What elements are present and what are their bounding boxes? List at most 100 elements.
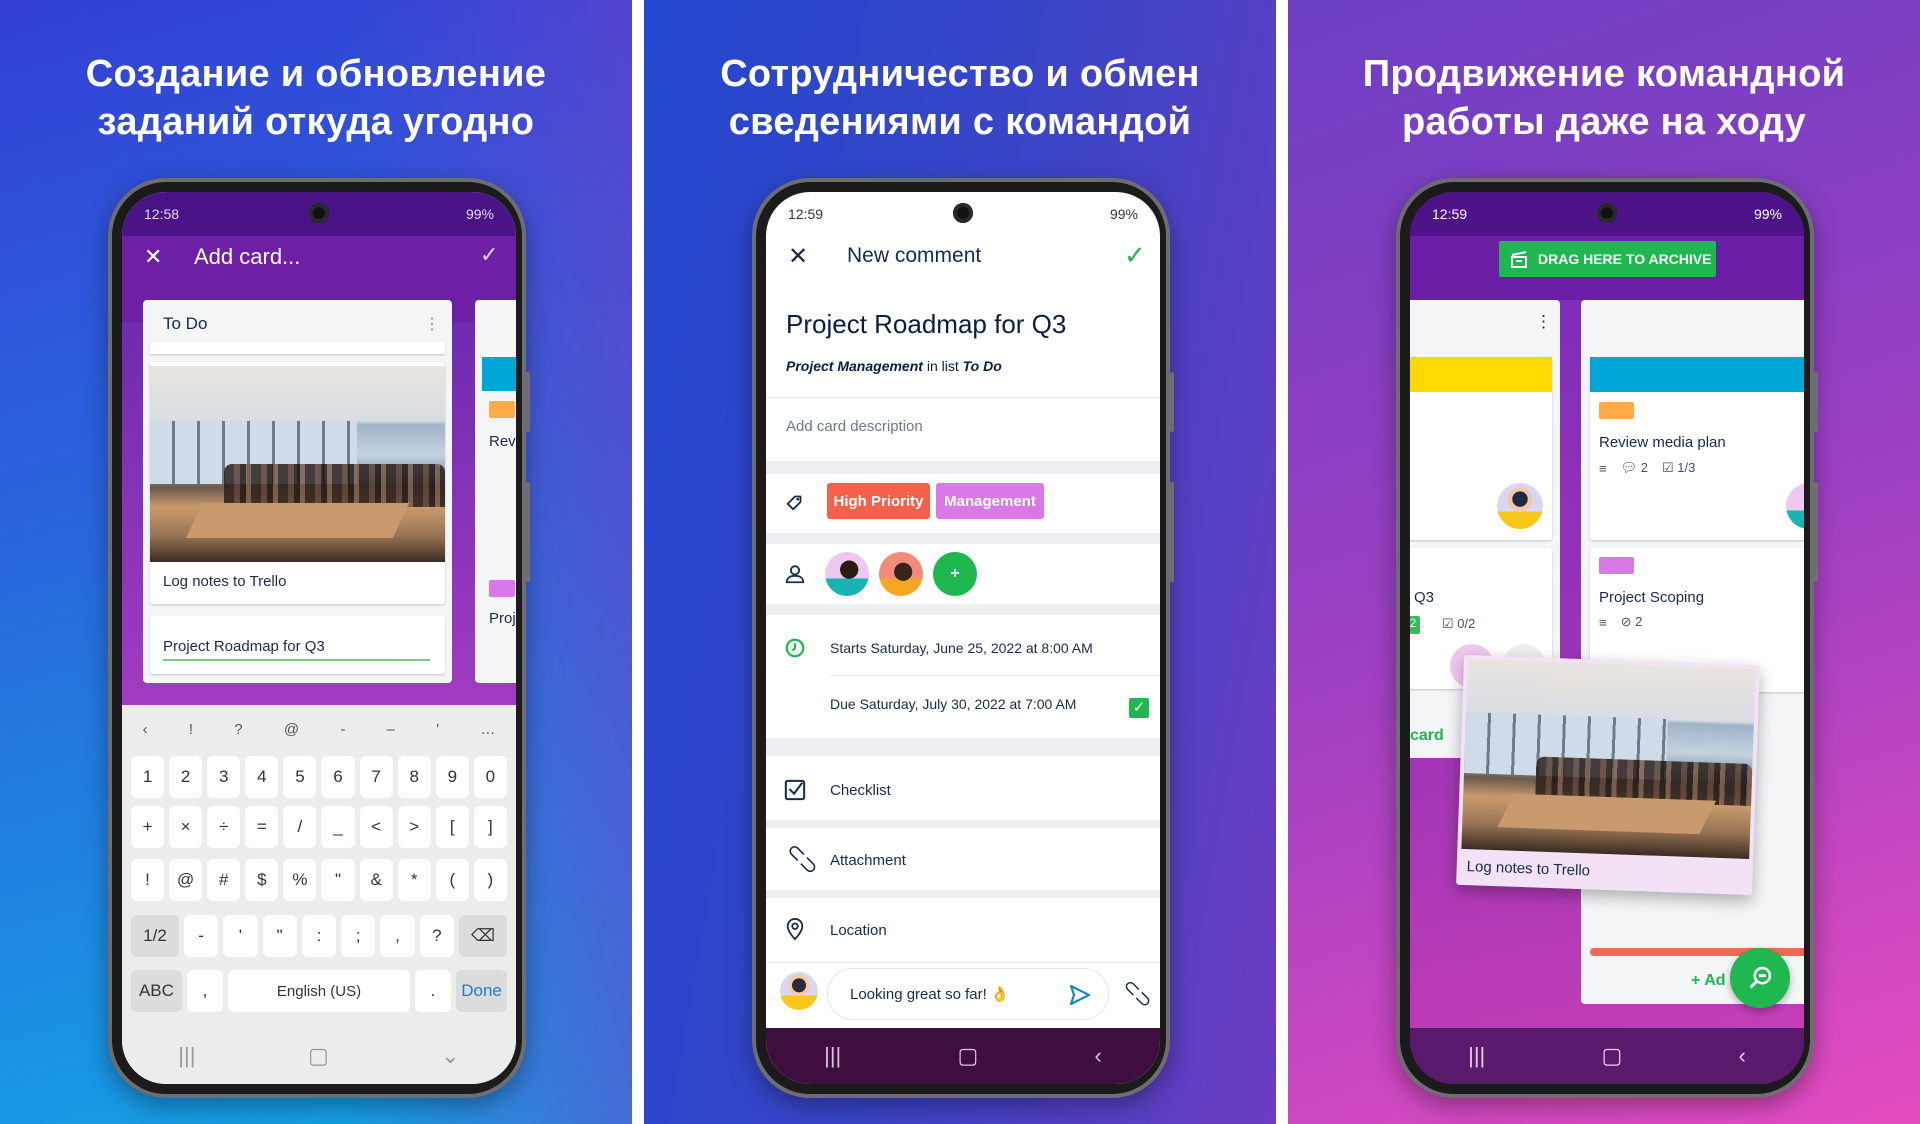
keyboard-key[interactable]: , xyxy=(380,915,415,957)
checklist-badge: ☑ 1/3 xyxy=(1661,460,1696,475)
add-card-button[interactable]: card xyxy=(1410,727,1444,745)
keyboard-key[interactable]: 2 xyxy=(169,756,203,798)
home-icon[interactable]: ▢ xyxy=(1602,1043,1623,1069)
save-check-icon[interactable]: ✓ xyxy=(1124,240,1146,271)
due-complete-checkbox[interactable]: ✓ xyxy=(1129,698,1149,718)
dragged-card[interactable]: Log notes to Trello xyxy=(1456,654,1760,896)
comment-input[interactable]: Looking great so far! 👌 xyxy=(827,968,1109,1020)
keyboard-key[interactable]: / xyxy=(283,806,317,848)
keyboard-key[interactable]: 7 xyxy=(359,756,393,798)
keyboard-key[interactable]: , xyxy=(186,970,224,1012)
add-card-button[interactable]: + Ad xyxy=(1691,972,1726,990)
hide-keyboard-icon[interactable]: ⌄ xyxy=(441,1043,459,1069)
board-name[interactable]: Project Management xyxy=(786,358,923,374)
keyboard-key[interactable]: 9 xyxy=(435,756,469,798)
keyboard-key[interactable]: $ xyxy=(245,859,279,901)
recent-apps-icon[interactable]: ||| xyxy=(1468,1043,1485,1069)
home-icon[interactable]: ▢ xyxy=(308,1043,329,1069)
more-icon[interactable]: ⋮ xyxy=(424,314,440,334)
new-card-input[interactable]: Project Roadmap for Q3 xyxy=(150,616,445,674)
checklist-action[interactable]: Checklist xyxy=(830,782,891,799)
keyboard-key[interactable]: 1 xyxy=(131,756,165,798)
new-card-text[interactable]: Project Roadmap for Q3 xyxy=(163,638,325,655)
keyboard-key[interactable]: ] xyxy=(473,806,507,848)
start-date[interactable]: Starts Saturday, June 25, 2022 at 8:00 A… xyxy=(830,640,1093,656)
keyboard-key[interactable]: ABC xyxy=(131,970,182,1012)
due-date[interactable]: Due Saturday, July 30, 2022 at 7:00 AM xyxy=(830,696,1076,712)
archive-drop-zone[interactable]: DRAG HERE TO ARCHIVE xyxy=(1499,241,1716,277)
attach-comment-icon[interactable]: ⊂⊃ xyxy=(1117,973,1158,1014)
phone-screen: 12:58 99% ✕ Add card... ✓ To Do ⋮ Log no… xyxy=(122,192,516,1084)
done-key[interactable]: Done xyxy=(456,970,507,1012)
keyboard-key[interactable]: : xyxy=(301,915,337,957)
attachment-action[interactable]: Attachment xyxy=(830,852,906,869)
keyboard-key[interactable]: ; xyxy=(341,915,376,957)
list-name[interactable]: To Do xyxy=(963,358,1002,374)
member-avatar[interactable] xyxy=(825,552,869,596)
keyboard-key[interactable]: = xyxy=(245,806,279,848)
keyboard-key[interactable]: @ xyxy=(169,859,203,901)
keyboard-key[interactable]: ? xyxy=(419,915,454,957)
keyboard-key[interactable]: . xyxy=(414,970,452,1012)
card-log-notes[interactable]: Log notes to Trello xyxy=(150,362,445,604)
suggestion-key[interactable]: ? xyxy=(234,721,242,738)
home-icon[interactable]: ▢ xyxy=(958,1043,979,1069)
card-review-media-plan[interactable]: Review media plan ≡ 💬︎ 2 ☑ 1/3 xyxy=(1590,357,1804,540)
suggestion-key[interactable]: ! xyxy=(189,721,193,738)
keyboard-key[interactable]: × xyxy=(169,806,203,848)
keyboard-key[interactable]: ) xyxy=(473,859,507,901)
keyboard-key[interactable]: ⌫ xyxy=(458,915,507,957)
zoom-out-fab[interactable] xyxy=(1730,948,1790,1008)
description-input[interactable]: Add card description xyxy=(786,418,923,435)
keyboard-key[interactable]: + xyxy=(131,806,165,848)
recent-apps-icon[interactable]: ||| xyxy=(824,1043,841,1069)
suggestion-key[interactable]: – xyxy=(387,721,395,738)
label-high-priority[interactable]: High Priority xyxy=(827,483,930,519)
send-icon[interactable] xyxy=(1068,983,1092,1007)
space-key[interactable]: English (US) xyxy=(228,970,410,1012)
keyboard-key[interactable]: - xyxy=(184,915,219,957)
back-icon[interactable]: ‹ xyxy=(1095,1043,1102,1069)
list-right: Review media plan ≡ 💬︎ 2 ☑ 1/3 Project S… xyxy=(1581,300,1804,1004)
keyboard-key[interactable]: % xyxy=(283,859,317,901)
add-member-button[interactable]: + xyxy=(933,552,977,596)
keyboard-key[interactable]: [ xyxy=(435,806,469,848)
keyboard-key[interactable]: 5 xyxy=(283,756,317,798)
back-icon[interactable]: ‹ xyxy=(1739,1043,1746,1069)
member-avatar[interactable] xyxy=(879,552,923,596)
keyboard-key[interactable]: < xyxy=(359,806,393,848)
card-location: Project Management in list To Do xyxy=(786,358,1002,374)
close-icon[interactable]: ✕ xyxy=(788,242,808,271)
label-management[interactable]: Management xyxy=(936,483,1044,519)
keyboard-key[interactable]: ! xyxy=(131,859,165,901)
headline: Продвижение командной работы даже на ход… xyxy=(1288,50,1920,146)
keyboard-key[interactable]: 6 xyxy=(321,756,355,798)
keyboard-key[interactable]: 1/2 xyxy=(131,915,179,957)
suggestion-key[interactable]: ' xyxy=(436,721,439,738)
keyboard-key[interactable]: 0 xyxy=(473,756,507,798)
more-icon[interactable]: ⋮ xyxy=(1535,312,1552,332)
keyboard-key[interactable]: * xyxy=(397,859,431,901)
keyboard-key[interactable]: 3 xyxy=(207,756,241,798)
suggestion-key[interactable]: ‹ xyxy=(143,721,148,738)
recent-apps-icon[interactable]: ||| xyxy=(178,1043,195,1069)
keyboard-key[interactable]: ( xyxy=(435,859,469,901)
keyboard-key[interactable]: > xyxy=(397,806,431,848)
close-icon[interactable]: ✕ xyxy=(144,244,162,270)
keyboard-key[interactable]: & xyxy=(359,859,393,901)
keyboard-key[interactable]: 8 xyxy=(397,756,431,798)
comment-text[interactable]: Looking great so far! 👌 xyxy=(850,985,1010,1003)
keyboard-key[interactable]: 4 xyxy=(245,756,279,798)
keyboard-key[interactable]: # xyxy=(207,859,241,901)
check-icon[interactable]: ✓ xyxy=(480,242,498,268)
suggestion-key[interactable]: … xyxy=(480,721,495,738)
keyboard-key[interactable]: ÷ xyxy=(207,806,241,848)
keyboard-key[interactable]: " xyxy=(262,915,297,957)
suggestion-key[interactable]: - xyxy=(340,721,345,738)
suggestion-key[interactable]: @ xyxy=(284,721,299,738)
card-partial[interactable] xyxy=(1410,357,1552,540)
keyboard-key[interactable]: " xyxy=(321,859,355,901)
keyboard-key[interactable]: _ xyxy=(321,806,355,848)
location-action[interactable]: Location xyxy=(830,922,887,939)
keyboard-key[interactable]: ' xyxy=(223,915,258,957)
